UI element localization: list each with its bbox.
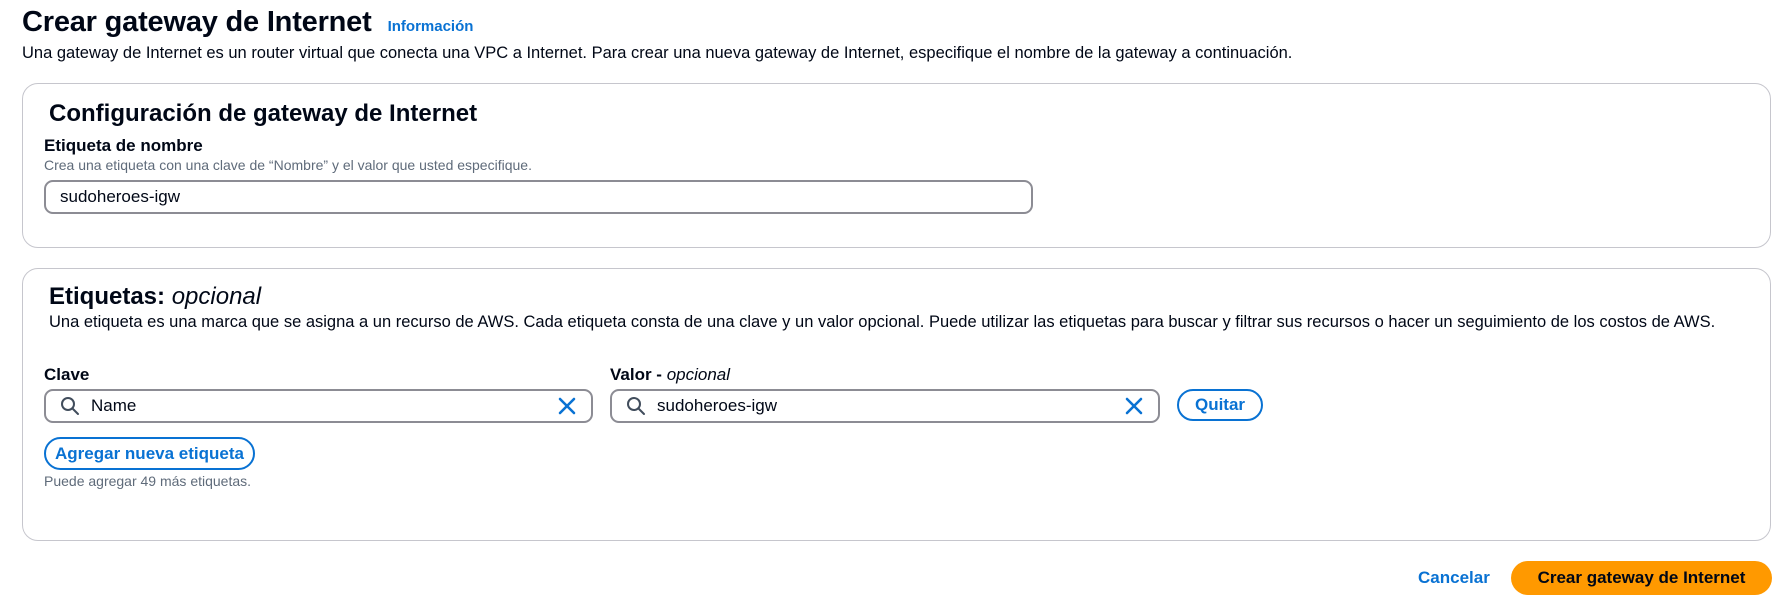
close-icon[interactable] — [1122, 394, 1146, 418]
create-gateway-button[interactable]: Crear gateway de Internet — [1511, 561, 1772, 595]
close-icon[interactable] — [555, 394, 579, 418]
page-header: Crear gateway de Internet Información — [22, 6, 473, 39]
search-icon — [59, 395, 81, 417]
tag-value-value: sudoheroes-igw — [657, 396, 778, 415]
name-tag-description: Crea una etiqueta con una clave de “Nomb… — [44, 157, 532, 173]
tags-panel: Etiquetas: opcional Una etiqueta es una … — [22, 268, 1771, 541]
page-description: Una gateway de Internet es un router vir… — [22, 44, 1293, 62]
remove-tag-button[interactable]: Quitar — [1177, 389, 1263, 421]
remaining-tags-note: Puede agregar 49 más etiquetas. — [44, 473, 252, 489]
tags-heading-optional: opcional — [171, 283, 262, 310]
tags-heading-text: Etiquetas: — [49, 283, 166, 310]
info-link[interactable]: Información — [388, 18, 474, 35]
tag-key-value: Name — [91, 396, 137, 415]
search-icon — [625, 395, 647, 417]
tags-heading: Etiquetas: opcional — [49, 283, 261, 311]
gateway-settings-panel: Configuración de gateway de Internet Eti… — [22, 83, 1771, 248]
tag-value-input[interactable]: sudoheroes-igw — [610, 389, 1160, 423]
value-column-label: Valor - opcional — [610, 365, 730, 385]
key-column-label: Clave — [44, 365, 90, 384]
name-tag-input[interactable]: sudoheroes-igw — [44, 180, 1033, 214]
tags-description: Una etiqueta es una marca que se asigna … — [49, 313, 1716, 331]
page-title: Crear gateway de Internet — [22, 6, 372, 38]
value-label-optional: opcional — [666, 365, 731, 384]
tag-key-input[interactable]: Name — [44, 389, 593, 423]
cancel-button[interactable]: Cancelar — [1418, 568, 1490, 588]
gateway-settings-heading: Configuración de gateway de Internet — [49, 100, 478, 127]
value-label-text: Valor - — [610, 365, 662, 384]
add-tag-button[interactable]: Agregar nueva etiqueta — [44, 437, 255, 470]
name-tag-label: Etiqueta de nombre — [44, 136, 203, 155]
name-tag-value: sudoheroes-igw — [60, 187, 181, 206]
